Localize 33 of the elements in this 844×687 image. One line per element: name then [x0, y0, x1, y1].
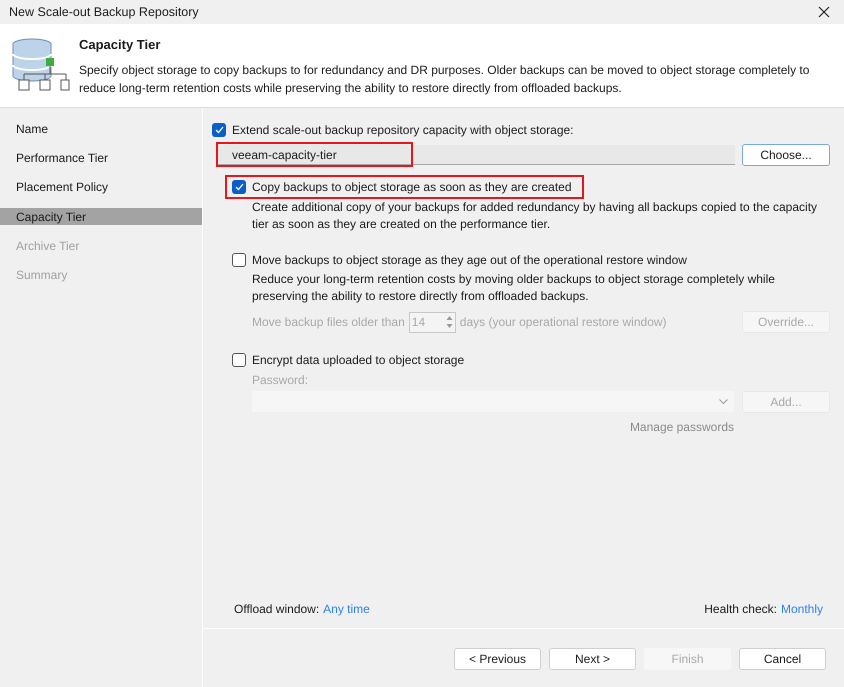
days-label: days (your operational restore window) — [460, 314, 667, 331]
wizard-button[interactable]: Cancel — [739, 648, 826, 670]
health-check-link[interactable]: Monthly — [780, 600, 823, 618]
wizard-step[interactable]: Capacity Tier — [0, 208, 202, 226]
choose-button[interactable]: Choose... — [742, 144, 830, 166]
repository-name: veeam-capacity-tier — [232, 146, 337, 164]
checkbox[interactable] — [212, 123, 226, 137]
days-label: Move backup files older than — [252, 314, 405, 331]
wizard-button[interactable]: Next > — [549, 648, 636, 670]
password-label: Password: — [252, 372, 310, 389]
repository-field[interactable]: veeam-capacity-tier — [217, 145, 735, 165]
wizard-step[interactable]: Performance Tier — [0, 149, 202, 166]
checkbox-label: Move backups to object storage as they age out of the operational restore window — [252, 252, 687, 269]
check-icon — [214, 126, 224, 134]
checkbox[interactable] — [232, 180, 246, 194]
offload-window-label: Offload window: — [234, 601, 320, 618]
close-icon[interactable] — [818, 6, 830, 18]
health-check-label: Health check: — [704, 601, 777, 618]
wizard-button[interactable]: < Previous — [454, 648, 541, 670]
window-title: New Scale-out Backup Repository — [9, 4, 199, 21]
wizard-step[interactable]: Placement Policy — [0, 178, 202, 196]
chevron-down-icon — [719, 399, 728, 404]
checkbox-label: Encrypt data uploaded to object storage — [252, 352, 464, 369]
checkbox-label: Extend scale-out backup repository capacity with object storage: — [232, 122, 574, 139]
checkbox-label: Copy backups to object storage as soon as they are created — [252, 179, 572, 196]
header-description: Specify object storage to copy backups to for redundancy and DR purposes. Older backups can be moved to object storage completely to reduce long-term retention costs while preserving the ability to restore directly from offloaded backups. — [79, 62, 810, 96]
spinner-value: 14 — [412, 314, 426, 331]
option-description: Create additional copy of your backups for added redundancy by having all backups copied to the capacity tier as soon as they are created on the performance tier. — [252, 199, 818, 233]
wizard-step[interactable]: Name — [0, 120, 202, 137]
header-title: Capacity Tier — [79, 36, 162, 54]
check-icon — [234, 183, 244, 191]
option-description: Reduce your long-term retention costs by moving older backups to object storage completely while preserving the ability to restore directly from offloaded backups. — [252, 271, 776, 305]
offload-window-link[interactable]: Any time — [323, 600, 370, 618]
